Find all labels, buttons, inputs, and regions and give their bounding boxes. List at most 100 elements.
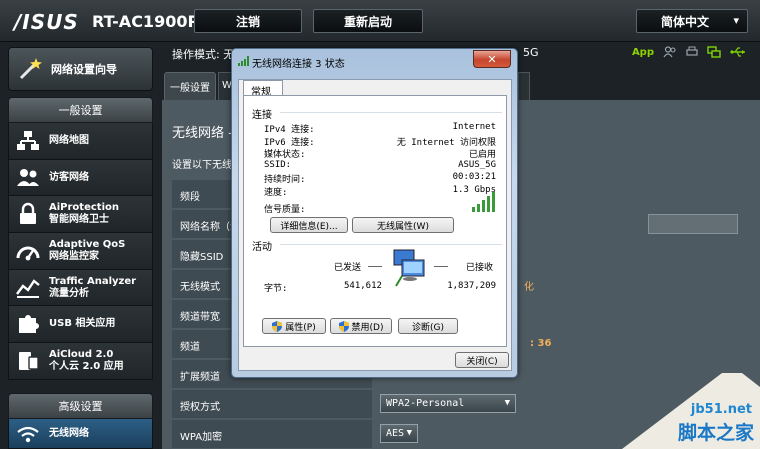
qos-gauge-icon xyxy=(16,246,40,261)
status-icons: App xyxy=(632,46,746,58)
wireless-icon xyxy=(17,426,39,442)
field-key: 媒体状态: xyxy=(264,150,306,160)
aicloud-icon xyxy=(19,351,39,370)
app-link[interactable]: App xyxy=(632,47,654,58)
top-bar: /ISUS RT-AC1900P 注销 重新启动 简体中文 ▾ xyxy=(0,0,760,42)
sidebar-item-label: AiCloud 2.0 xyxy=(49,348,114,360)
field-value: 00:03:21 xyxy=(452,172,496,182)
signal-strength-icon xyxy=(472,192,495,212)
sidebar-item-label: USB 相关应用 xyxy=(49,318,116,330)
field-key: 速度: xyxy=(264,187,288,198)
advanced-settings-menu: 高级设置 无线网络 xyxy=(8,393,153,449)
close-button[interactable]: 关闭(C) xyxy=(455,352,509,368)
sidebar-item-label: Adaptive QoS xyxy=(49,238,126,250)
usb-status-icon[interactable] xyxy=(730,46,746,58)
sidebar-item-label: 访客网络 xyxy=(49,171,89,183)
sidebar-item-label: 网络地图 xyxy=(49,134,89,146)
sidebar-item-network-map[interactable]: 网络地图 xyxy=(8,123,153,160)
router-model: RT-AC1900P xyxy=(92,12,200,31)
wireless-mode-note: 化 xyxy=(524,282,534,293)
sidebar-item-label: 无线网络 xyxy=(49,427,89,439)
dialog-body: 常规 连接 IPv4 连接: Internet IPv6 连接: 无 Inter… xyxy=(238,79,512,371)
general-tab-page: 连接 IPv4 连接: Internet IPv6 连接: 无 Internet… xyxy=(243,95,507,347)
sidebar-item-aiprotection[interactable]: AiProtection 智能网络卫士 xyxy=(8,196,153,234)
uac-shield-icon xyxy=(272,320,283,332)
properties-label: 属性(P) xyxy=(285,322,316,333)
language-label: 简体中文 xyxy=(661,14,710,29)
watermark-url: jb51.net xyxy=(690,402,752,417)
signal-bars-icon xyxy=(238,56,249,66)
disable-button[interactable]: 禁用(D) xyxy=(330,318,392,334)
sidebar-item-traffic-analyzer[interactable]: Traffic Analyzer 流量分析 xyxy=(8,269,153,307)
operation-mode: 操作模式: 无 xyxy=(172,48,235,61)
sidebar-item-sublabel: 个人云 2.0 应用 xyxy=(49,360,124,372)
usb-puzzle-icon xyxy=(19,315,39,334)
wpa-encryption-select[interactable]: AES ▼ xyxy=(380,424,418,443)
field-key: IPv6 连接: xyxy=(264,137,315,148)
advanced-header: 高级设置 xyxy=(8,393,153,419)
sidebar-item-aicloud[interactable]: AiCloud 2.0 个人云 2.0 应用 xyxy=(8,343,153,380)
field-key: IPv4 连接: xyxy=(264,125,315,135)
bytes-label: 字节: xyxy=(264,284,288,294)
channel-note: : 36 xyxy=(530,338,552,349)
bytes-sent-value: 541,612 xyxy=(344,281,382,291)
disable-label: 禁用(D) xyxy=(351,322,384,333)
panel-subtitle: 设置以下无线 xyxy=(172,160,232,171)
network-status-icon[interactable] xyxy=(707,46,721,58)
field-key: 持续时间: xyxy=(264,175,306,185)
tab-wps[interactable]: W xyxy=(218,72,232,100)
row-label: 授权方式 xyxy=(172,390,372,418)
close-icon[interactable]: ✕ xyxy=(473,50,511,68)
sidebar-item-wireless[interactable]: 无线网络 xyxy=(8,419,153,449)
auth-method-select[interactable]: WPA2-Personal ▼ xyxy=(380,394,516,413)
reboot-button[interactable]: 重新启动 xyxy=(313,9,423,33)
watermark-cn: 脚本之家 xyxy=(677,422,754,444)
bytes-received-value: 1,837,209 xyxy=(447,281,496,291)
signal-quality-label: 信号质量: xyxy=(264,205,306,215)
guest-network-icon xyxy=(17,168,39,186)
tab-general[interactable]: 常规 xyxy=(243,80,283,98)
aiprotection-lock-icon xyxy=(20,203,36,225)
wireless-properties-button[interactable]: 无线属性(W) xyxy=(352,217,454,233)
network-computers-icon xyxy=(393,249,425,287)
uac-shield-icon xyxy=(338,320,349,332)
wizard-label: 网络设置向导 xyxy=(51,63,117,76)
printer-icon[interactable] xyxy=(686,46,698,58)
field-value: 已启用 xyxy=(468,150,496,160)
tab-other[interactable] xyxy=(518,72,530,100)
traffic-analyzer-icon xyxy=(16,278,40,298)
wireless-status-dialog: 无线网络连接 3 状态 ✕ 常规 连接 IPv4 连接: Internet IP… xyxy=(231,48,518,378)
language-select[interactable]: 简体中文 ▾ xyxy=(636,9,748,33)
field-value: ASUS_5G xyxy=(458,159,496,170)
chevron-down-icon: ▾ xyxy=(733,14,739,27)
logout-button[interactable]: 注销 xyxy=(194,9,302,33)
details-button[interactable]: 详细信息(E)... xyxy=(270,217,348,233)
connection-group-label: 连接 xyxy=(252,110,272,121)
asus-logo: /ISUS xyxy=(14,10,79,34)
sidebar-item-guest-network[interactable]: 访客网络 xyxy=(8,159,153,197)
field-value: Internet xyxy=(452,122,496,132)
wpa-encryption-value: AES xyxy=(386,428,405,439)
general-settings-menu: 一般设置 网络地图 访客网络 AiProtection 智能网络卫士 Adapt… xyxy=(8,97,153,380)
field-value: 无 Internet 访问权限 xyxy=(396,137,496,148)
network-map-icon xyxy=(17,130,39,150)
sidebar-item-sublabel: 流量分析 xyxy=(49,287,89,299)
chevron-down-icon: ▼ xyxy=(406,428,412,438)
panel-title: 无线网络 - xyxy=(172,126,233,141)
users-icon[interactable] xyxy=(663,46,677,58)
properties-button[interactable]: 属性(P) xyxy=(262,318,326,334)
ssid-hint: 5G xyxy=(523,46,539,59)
sidebar-item-usb-apps[interactable]: USB 相关应用 xyxy=(8,306,153,344)
ssid-input[interactable] xyxy=(648,214,738,234)
dialog-title: 无线网络连接 3 状态 xyxy=(252,59,345,70)
tab-general[interactable]: 一般设置 xyxy=(164,72,216,100)
sent-label: 已发送 xyxy=(334,263,362,273)
watermark: jb51.net 脚本之家 xyxy=(622,373,760,449)
quick-setup-wizard[interactable]: 网络设置向导 xyxy=(8,47,153,91)
activity-group-label: 活动 xyxy=(252,242,272,253)
sidebar-item-label: AiProtection xyxy=(49,202,119,214)
received-label: 已接收 xyxy=(466,263,494,273)
sidebar-item-label: Traffic Analyzer xyxy=(49,275,137,287)
diagnose-button[interactable]: 诊断(G) xyxy=(398,318,458,334)
sidebar-item-adaptive-qos[interactable]: Adaptive QoS 网络监控家 xyxy=(8,233,153,270)
